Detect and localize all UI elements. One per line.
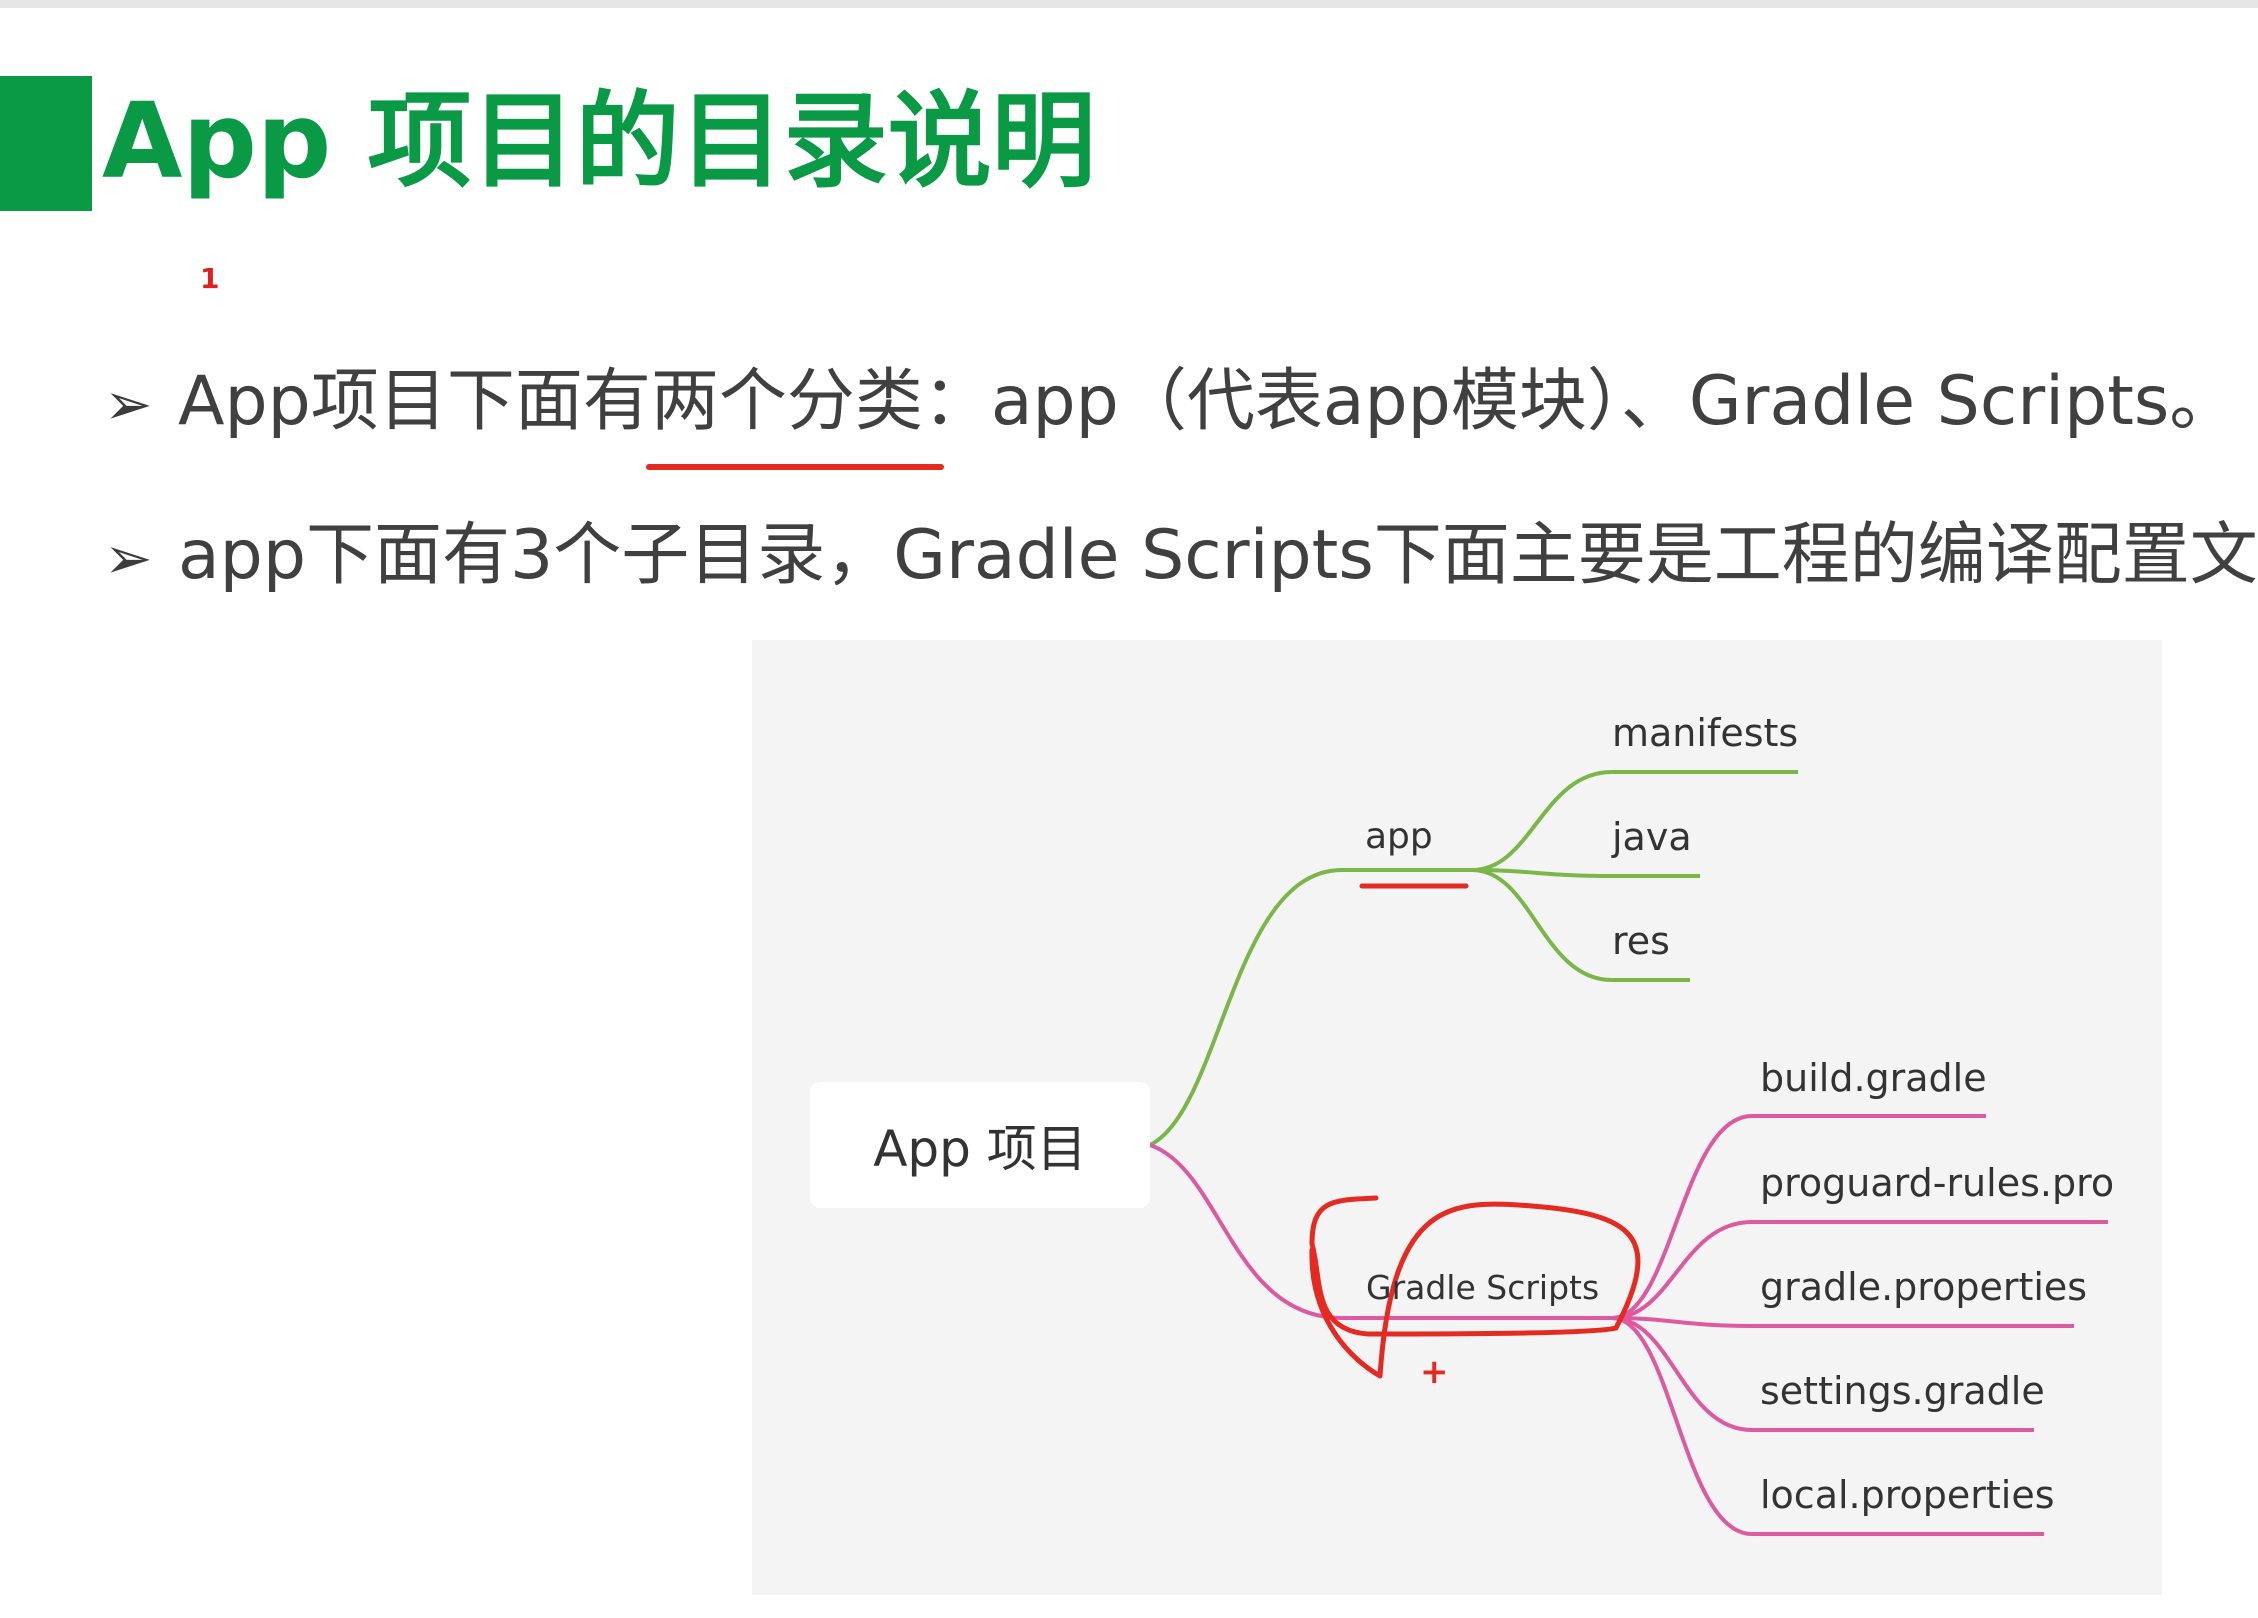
branch-label-app: app [1365,816,1433,857]
arrow-bullet-icon: ➢ [104,370,153,438]
leaf-label-local-properties: local.properties [1760,1473,2055,1517]
leaf-label-gradle-properties: gradle.properties [1760,1265,2088,1309]
red-underline-annotation [646,464,944,470]
bullet-item-2: ➢ app下面有3个子目录，Gradle Scripts下面主要是工程的编译配置文… [104,506,2258,606]
leaf-label-manifests: manifests [1612,711,1799,755]
bullet-item-1: ➢ App项目下面有两个分类：app（代表app模块）、Gradle Script… [104,352,2237,452]
leaf-label-java: java [1612,815,1692,859]
connector-root-app [1149,868,1472,1147]
connector-gradle-properties [1611,1316,2074,1328]
arrow-bullet-icon: ➢ [104,524,153,592]
leaf-label-build-gradle: build.gradle [1760,1056,1987,1100]
top-rule [0,0,2258,8]
mindmap-panel: App 项目 app manifests java res Gradle Scr… [752,640,2162,1595]
slide-title: App 项目的目录说明 [102,80,1096,202]
connector-app-java [1471,868,1700,878]
branch-label-gradle-scripts: Gradle Scripts [1366,1268,1600,1307]
page-number: 1 [200,262,220,295]
bullet-text-1: App项目下面有两个分类：app（代表app模块）、Gradle Scripts… [178,362,2238,441]
bullet-text-2: app下面有3个子目录，Gradle Scripts下面主要是工程的编译配置文件 [178,516,2258,595]
leaf-label-settings-gradle: settings.gradle [1760,1369,2045,1413]
leaf-label-res: res [1612,919,1670,963]
mindmap-root-node: App 项目 [810,1082,1150,1208]
title-accent-bar [0,76,92,211]
leaf-label-proguard-rules: proguard-rules.pro [1760,1161,2115,1205]
red-plus-annotation: + [1420,1352,1449,1392]
